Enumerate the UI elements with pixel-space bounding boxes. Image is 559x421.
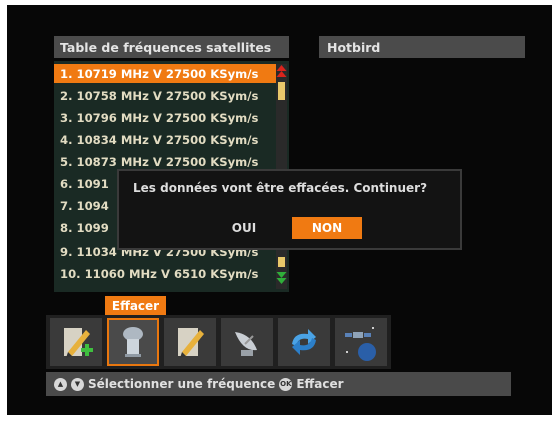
list-item-3[interactable]: 3. 10796 MHz V 27500 KSym/s [54, 108, 280, 127]
status-select-text: Sélectionner une fréquence [88, 377, 276, 391]
scroll-thumb[interactable] [278, 82, 285, 100]
no-button[interactable]: NON [292, 217, 362, 239]
tool-tooltip: Effacer [105, 296, 166, 315]
status-action-text: Effacer [296, 377, 344, 391]
list-item-2[interactable]: 2. 10758 MHz V 27500 KSym/s [54, 86, 280, 105]
add-button[interactable] [50, 318, 102, 366]
list-item-10[interactable]: 10. 11060 MHz V 6510 KSym/s [54, 264, 280, 283]
dish-button[interactable] [221, 318, 273, 366]
down-key-icon: ▼ [71, 377, 84, 391]
satellite-name: Hotbird [319, 36, 525, 58]
delete-icon [123, 327, 143, 357]
list-title: Table de fréquences satellites [54, 36, 289, 58]
scroll-down-icon[interactable] [276, 271, 287, 287]
satellite-dish-icon [235, 332, 257, 356]
delete-button[interactable] [107, 318, 159, 366]
satellite-button[interactable] [335, 318, 387, 366]
confirm-dialog: Les données vont être effacées. Continue… [117, 169, 462, 250]
up-key-icon: ▲ [54, 377, 67, 391]
scroll-up-icon[interactable] [276, 64, 287, 80]
refresh-button[interactable] [278, 318, 330, 366]
ok-key-icon: OK [279, 377, 293, 391]
list-item-4[interactable]: 4. 10834 MHz V 27500 KSym/s [54, 130, 280, 149]
toolbar [46, 315, 391, 369]
dialog-message: Les données vont être effacées. Continue… [133, 181, 428, 195]
list-item-1[interactable]: 1. 10719 MHz V 27500 KSym/s [54, 64, 280, 83]
yes-button[interactable]: OUI [214, 217, 274, 239]
edit-add-icon [64, 328, 93, 358]
refresh-arrows-icon [292, 329, 316, 355]
edit-button[interactable] [164, 318, 216, 366]
satellite-earth-icon [345, 327, 376, 361]
status-bar: ▲ ▼ Sélectionner une fréquence OK Efface… [46, 372, 511, 396]
edit-icon [178, 328, 204, 358]
scroll-thumb-bottom [278, 257, 285, 267]
